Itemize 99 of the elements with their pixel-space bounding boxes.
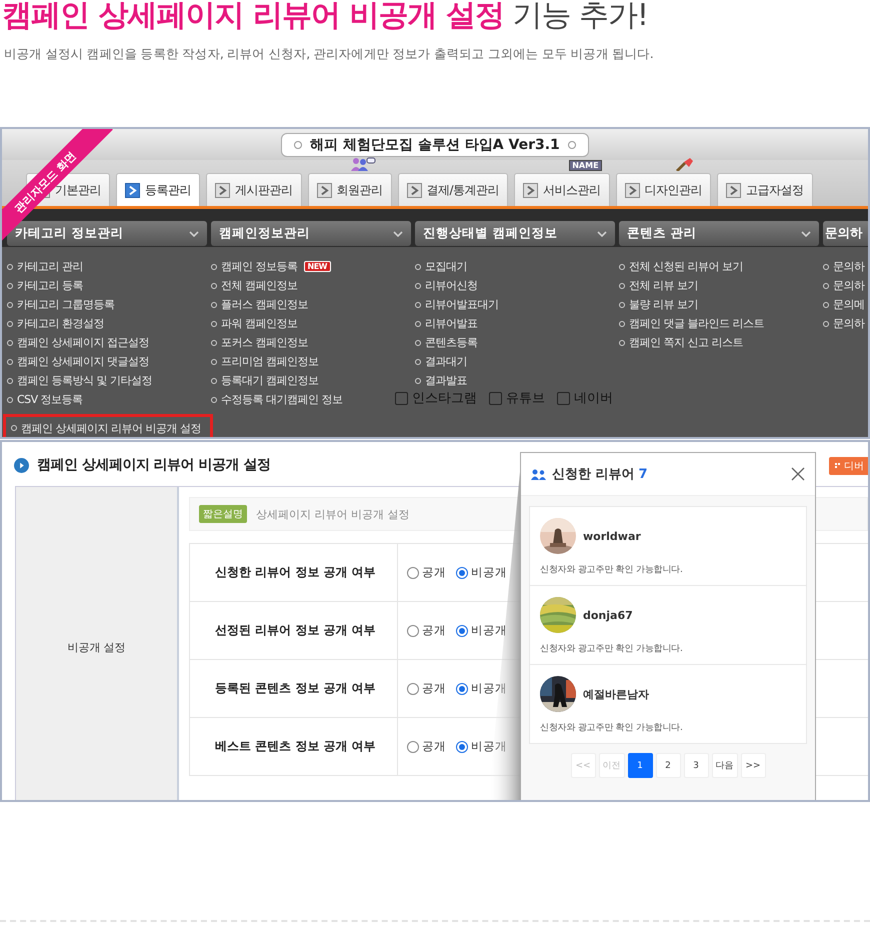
radio-label: 비공개 <box>471 623 507 638</box>
chevron-icon <box>801 230 811 236</box>
menu-item[interactable]: 결과발표 <box>415 371 615 390</box>
reviewer-name: donja67 <box>583 608 633 622</box>
subtitle: 비공개 설정시 캠페인을 등록한 작성자, 리뷰어 신청자, 관리자에게만 정보가 출력되고 그외에는 모두 비공개 됩니다. <box>4 46 654 63</box>
menu-item[interactable]: 전체 캠페인정보 <box>211 276 411 295</box>
chevron-icon <box>189 230 199 236</box>
row-header: 비공개 설정 <box>67 640 126 654</box>
menu-item[interactable]: 파워 캠페인정보 <box>211 314 411 333</box>
radio-label: 비공개 <box>471 739 507 754</box>
chevron-icon <box>597 230 607 236</box>
menu-item[interactable]: 수정등록 대기캠페인 정보 <box>211 390 411 409</box>
page-button[interactable]: 다음 <box>712 753 738 778</box>
menu-item[interactable]: 캠페인 정보등록 NEW <box>211 257 411 276</box>
privacy-note: 신청자와 광고주만 확인 가능합니다. <box>540 564 684 576</box>
checkbox[interactable] <box>557 392 570 404</box>
menu-item[interactable]: 문의하 <box>823 257 868 276</box>
menu-item[interactable]: 프리미엄 캠페인정보 <box>211 352 411 371</box>
reviewer-name: worldwar <box>583 530 641 542</box>
menu-item[interactable]: 등록대기 캠페인정보 <box>211 371 411 390</box>
people-icon <box>350 157 376 171</box>
menu-tab[interactable]: 등록관리 <box>116 173 200 206</box>
privacy-note: 신청자와 광고주만 확인 가능합니다. <box>540 722 684 734</box>
menu-item[interactable]: 캠페인 상세페이지 댓글설정 <box>7 352 207 371</box>
name-tag-icon: NAME <box>569 160 602 171</box>
radio-label: 공개 <box>422 565 446 580</box>
menu-heading[interactable]: 진행상태별 캠페인정보 <box>415 221 615 246</box>
headline: 캠페인 상세페이지 리뷰어 비공개 설정 기능 추가! <box>2 0 649 35</box>
privacy-note: 신청자와 광고주만 확인 가능합니다. <box>540 643 684 655</box>
page-button[interactable]: >> <box>740 753 766 778</box>
radio-button[interactable] <box>407 624 419 636</box>
menu-tab[interactable]: 회원관리 <box>308 173 392 206</box>
checkbox-label: 유튜브 <box>506 390 545 407</box>
menu-heading[interactable]: 캠페인정보관리 <box>211 221 411 246</box>
menu-item[interactable]: 캠페인 상세페이지 접근설정 <box>7 333 207 352</box>
menu-item[interactable]: CSV 정보등록 <box>7 390 207 409</box>
page-button[interactable]: 3 <box>684 753 708 778</box>
people-icon <box>531 468 546 480</box>
checkbox[interactable] <box>489 392 502 404</box>
menu-heading[interactable]: 카테고리 정보관리 <box>7 221 207 246</box>
radio-button[interactable] <box>456 566 468 578</box>
chevron-icon <box>393 230 403 236</box>
menu-item[interactable]: 리뷰어발표대기 <box>415 295 615 314</box>
popup-title: 신청한 리뷰어 7 <box>552 466 648 483</box>
new-badge: NEW <box>304 261 331 272</box>
menu-item[interactable]: 문의하 <box>823 314 868 333</box>
checkbox-label: 네이버 <box>574 390 613 407</box>
section-title: 캠페인 상세페이지 리뷰어 비공개 설정 <box>37 456 270 474</box>
menu-tab[interactable]: 디자인관리 <box>616 173 712 206</box>
menu-tab[interactable]: 서비스관리 <box>514 173 610 206</box>
menu-item[interactable]: 캠페인 댓글 블라인드 리스트 <box>619 314 819 333</box>
radio-label: 비공개 <box>471 565 507 580</box>
setting-label: 선정된 리뷰어 정보 공개 여부 <box>190 602 398 659</box>
menu-item[interactable]: 캠페인 쪽지 신고 리스트 <box>619 333 819 352</box>
menu-tab[interactable]: 고급자설정 <box>717 173 813 206</box>
radio-button[interactable] <box>407 566 419 578</box>
menu-item[interactable]: 모집대기 <box>415 257 615 276</box>
menu-item[interactable]: 문의하 <box>823 276 868 295</box>
radio-label: 공개 <box>422 739 446 754</box>
menu-item[interactable]: 전체 신청된 리뷰어 보기 <box>619 257 819 276</box>
menu-item[interactable]: 리뷰어신청 <box>415 276 615 295</box>
menu-item[interactable]: 플러스 캠페인정보 <box>211 295 411 314</box>
menu-item[interactable]: 포커스 캠페인정보 <box>211 333 411 352</box>
menu-item[interactable]: 불량 리뷰 보기 <box>619 295 819 314</box>
setting-label: 신청한 리뷰어 정보 공개 여부 <box>190 544 398 601</box>
radio-button[interactable] <box>407 740 419 752</box>
page-button[interactable]: 2 <box>656 753 680 778</box>
menu-item[interactable]: 전체 리뷰 보기 <box>619 276 819 295</box>
menu-item[interactable]: 카테고리 관리 <box>7 257 207 276</box>
page-button[interactable]: 1 <box>628 753 652 778</box>
menu-heading[interactable]: 문의하 <box>823 221 868 246</box>
radio-button[interactable] <box>456 624 468 636</box>
menu-item[interactable]: 문의메 <box>823 295 868 314</box>
description: 상세페이지 리뷰어 비공개 설정 <box>256 506 410 522</box>
checkbox-label: 인스타그램 <box>412 390 477 407</box>
label-badge: 짧은설명 <box>199 505 247 523</box>
setting-label: 베스트 콘텐츠 정보 공개 여부 <box>190 718 398 775</box>
menu-item[interactable]: 콘텐츠등록 <box>415 333 615 352</box>
radio-button[interactable] <box>407 682 419 694</box>
menu-item[interactable]: 카테고리 환경설정 <box>7 314 207 333</box>
checkbox[interactable] <box>395 392 408 404</box>
window-title: 해피 체험단모집 솔루션 타입A Ver3.1 <box>281 132 589 156</box>
menu-tab[interactable]: 결제/통계관리 <box>398 173 508 206</box>
radio-label: 비공개 <box>471 681 507 696</box>
menu-item[interactable]: 카테고리 등록 <box>7 276 207 295</box>
menu-item[interactable]: 카테고리 그룹명등록 <box>7 295 207 314</box>
grid-icon <box>835 463 841 469</box>
close-icon[interactable] <box>791 467 805 481</box>
menu-heading[interactable]: 콘텐츠 관리 <box>619 221 819 246</box>
radio-label: 공개 <box>422 623 446 638</box>
menu-item[interactable]: 리뷰어발표 <box>415 314 615 333</box>
radio-button[interactable] <box>456 740 468 752</box>
radio-label: 공개 <box>422 681 446 696</box>
reviewer-name: 예절바른남자 <box>583 686 649 702</box>
menu-item[interactable]: 결과대기 <box>415 352 615 371</box>
setting-label: 등록된 콘텐츠 정보 공개 여부 <box>190 660 398 717</box>
radio-button[interactable] <box>456 682 468 694</box>
menu-item[interactable]: 캠페인 등록방식 및 기타설정 <box>7 371 207 390</box>
menu-tab[interactable]: 게시판관리 <box>206 173 302 206</box>
